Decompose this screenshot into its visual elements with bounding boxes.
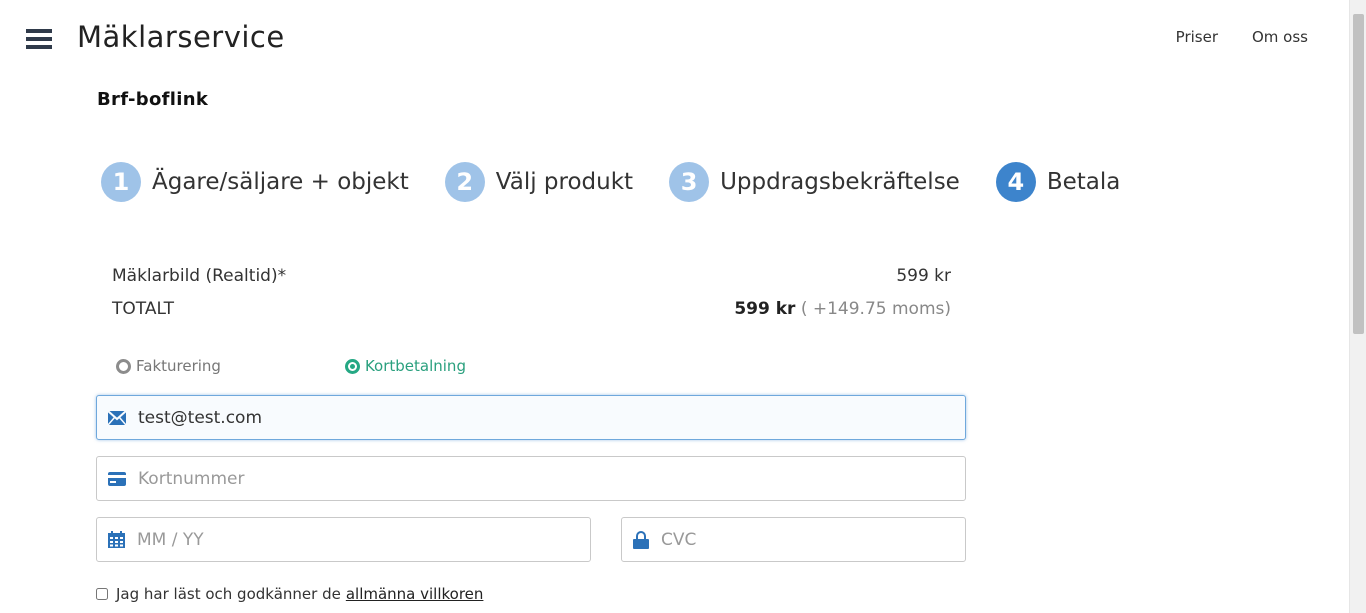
step-3: 3 Uppdragsbekräftelse — [669, 162, 960, 202]
step-number: 4 — [995, 162, 1036, 202]
step-4: 4 Betala — [995, 162, 1121, 202]
order-summary: Mäklarbild (Realtid)* 599 kr TOTALT 599 … — [112, 266, 951, 332]
step-label: Ägare/säljare + objekt — [152, 169, 409, 195]
brand-title: Mäklarservice — [77, 20, 285, 54]
email-input[interactable] — [138, 396, 965, 439]
terms-row: Jag har läst och godkänner de allmänna v… — [96, 585, 483, 603]
total-label: TOTALT — [112, 299, 174, 319]
step-label: Välj produkt — [495, 169, 634, 195]
step-number: 3 — [669, 162, 710, 202]
expiry-input[interactable] — [137, 518, 590, 561]
cvc-field[interactable] — [621, 517, 966, 562]
step-label: Betala — [1046, 169, 1121, 195]
progress-steps: 1 Ägare/säljare + objekt 2 Välj produkt … — [101, 162, 1156, 202]
summary-total-row: TOTALT 599 kr ( +149.75 moms) — [112, 299, 951, 332]
step-number: 2 — [444, 162, 485, 202]
total-price: 599 kr — [734, 299, 796, 319]
radio-checked-icon — [344, 358, 360, 374]
total-price-group: 599 kr ( +149.75 moms) — [734, 299, 951, 332]
credit-card-icon — [108, 470, 126, 488]
terms-checkbox[interactable] — [96, 588, 108, 600]
payment-method-selector: Fakturering Kortbetalning — [116, 357, 466, 375]
terms-link[interactable]: allmänna villkoren — [346, 585, 484, 603]
step-2: 2 Välj produkt — [444, 162, 634, 202]
radio-fakturering[interactable]: Fakturering — [116, 357, 221, 375]
email-field[interactable] — [96, 395, 966, 440]
step-number: 1 — [101, 162, 141, 202]
organization-name: Brf-boflink — [97, 89, 209, 110]
radio-label: Kortbetalning — [364, 357, 466, 375]
terms-text: Jag har läst och godkänner de — [116, 585, 341, 603]
expiry-field[interactable] — [96, 517, 591, 562]
radio-unchecked-icon — [116, 358, 131, 374]
scrollbar-thumb[interactable] — [1353, 14, 1364, 334]
menu-icon[interactable] — [26, 29, 52, 49]
item-price: 599 kr — [896, 266, 951, 286]
envelope-icon — [108, 409, 126, 427]
calendar-icon — [108, 531, 125, 549]
cvc-input[interactable] — [661, 518, 965, 561]
item-label: Mäklarbild (Realtid)* — [112, 266, 287, 286]
radio-kortbetalning[interactable]: Kortbetalning — [344, 357, 466, 375]
summary-item-row: Mäklarbild (Realtid)* 599 kr — [112, 266, 951, 299]
card-number-input[interactable] — [138, 457, 965, 500]
step-label: Uppdragsbekräftelse — [720, 169, 960, 195]
page-scrollbar[interactable] — [1349, 0, 1366, 613]
radio-label: Fakturering — [136, 357, 221, 375]
vat-amount: ( +149.75 moms) — [800, 299, 951, 319]
step-1: 1 Ägare/säljare + objekt — [101, 162, 409, 202]
lock-icon — [633, 530, 649, 549]
nav-om-oss[interactable]: Om oss — [1252, 28, 1308, 46]
nav-priser[interactable]: Priser — [1176, 28, 1218, 46]
top-nav: Priser Om oss — [1176, 28, 1308, 46]
card-number-field[interactable] — [96, 456, 966, 501]
